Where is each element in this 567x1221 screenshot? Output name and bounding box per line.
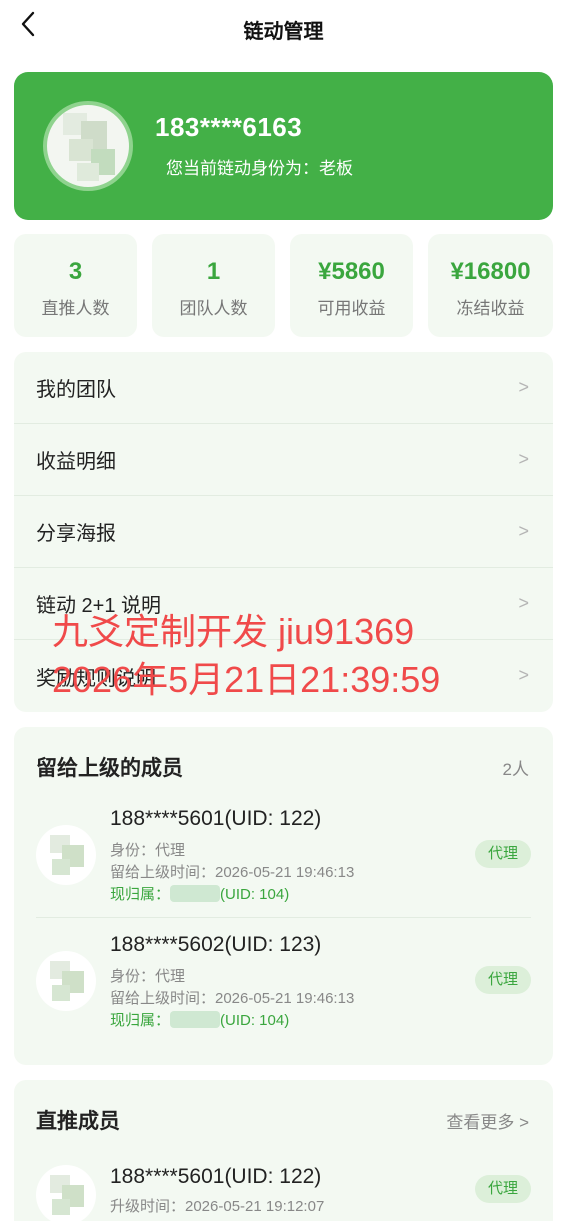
stat-value: ¥16800 [450,258,531,285]
member-owner: 现归属： (UID: 104) [110,1009,289,1030]
menu-item-label: 我的团队 [36,379,116,401]
status-badge: 代理 [475,1175,531,1203]
chevron-right-icon: > [518,521,529,541]
chevron-right-icon: > [518,377,529,397]
section-title: 留给上级的成员 [36,757,183,780]
stat-team-count[interactable]: 1 团队人数 [152,234,275,337]
member-upgrade-time: 升级时间：2026-05-21 19:12:07 [110,1198,325,1215]
user-identity: 您当前链动身份为：老板 [166,159,353,178]
stat-label: 团队人数 [179,299,248,318]
stat-value: 3 [68,258,83,285]
avatar [36,1165,96,1221]
member-count: 2人 [502,760,529,779]
menu-item-chain-explanation[interactable]: 链动 2+1 说明 > [14,568,553,640]
avatar [36,951,96,1011]
stats-row: 3 直推人数 1 团队人数 ¥5860 可用收益 ¥16800 冻结收益 [14,234,553,337]
chevron-right-icon: > [518,449,529,469]
owner-blurred-name [170,885,221,902]
owner-prefix: 现归属： [110,886,171,903]
list-item[interactable]: 188****5601(UID: 122) 身份：代理 留给上级时间：2026-… [36,807,531,907]
list-item[interactable]: 188****5602(UID: 123) 身份：代理 留给上级时间：2026-… [36,933,531,1033]
stat-available-earnings[interactable]: ¥5860 可用收益 [290,234,413,337]
back-button[interactable] [14,10,42,38]
owner-prefix: 现归属： [110,1012,171,1029]
direct-members-card: 直推成员 查看更多 > 188****5601(UID: 122) 升级时间：2… [14,1080,553,1221]
menu-item-label: 奖励规则说明 [36,667,156,690]
status-badge: 代理 [475,840,531,868]
stat-direct-count[interactable]: 3 直推人数 [14,234,137,337]
stat-label: 直推人数 [41,299,110,318]
chevron-left-icon [21,11,35,37]
avatar [36,825,96,885]
avatar[interactable] [43,101,133,191]
status-badge: 代理 [475,966,531,994]
member-name: 188****5601(UID: 122) [110,807,322,830]
menu-item-label: 链动 2+1 说明 [36,595,162,617]
member-owner: 现归属： (UID: 104) [110,883,289,904]
view-more-link[interactable]: 查看更多 > [446,1108,529,1133]
profile-card: 183****6163 您当前链动身份为：老板 [14,72,553,220]
chevron-right-icon: > [518,665,529,685]
divider [36,917,531,918]
member-left-time: 留给上级时间：2026-05-21 19:46:13 [110,864,355,881]
member-role: 身份：代理 [110,968,186,985]
stat-label: 冻结收益 [456,299,525,318]
user-phone: 183****6163 [155,112,303,142]
stat-frozen-earnings[interactable]: ¥16800 冻结收益 [428,234,553,337]
member-name: 188****5602(UID: 123) [110,933,322,956]
member-left-time: 留给上级时间：2026-05-21 19:46:13 [110,990,355,1007]
owner-uid: (UID: 104) [220,886,290,903]
menu-item-my-team[interactable]: 我的团队 > [14,352,553,424]
menu-item-label: 收益明细 [36,451,116,473]
member-name: 188****5601(UID: 122) [110,1165,322,1188]
nav-bar: 链动管理 [0,0,567,62]
stat-value: ¥5860 [318,258,385,285]
menu-item-share-poster[interactable]: 分享海报 > [14,496,553,568]
page-title: 链动管理 [243,20,324,43]
menu-item-earnings-detail[interactable]: 收益明细 > [14,424,553,496]
stat-value: 1 [206,258,221,285]
chevron-right-icon: > [518,593,529,613]
left-members-card: 留给上级的成员 2人 188****5601(UID: 122) 身份：代理 留… [14,727,553,1065]
section-title: 直推成员 [36,1110,120,1133]
menu-list: 我的团队 > 收益明细 > 分享海报 > 链动 2+1 说明 > 奖励规则说明 … [14,352,553,712]
owner-blurred-name [170,1011,221,1028]
stat-label: 可用收益 [317,299,386,318]
menu-item-label: 分享海报 [36,523,116,545]
menu-item-reward-rules[interactable]: 奖励规则说明 > [14,640,553,712]
list-item[interactable]: 188****5601(UID: 122) 升级时间：2026-05-21 19… [36,1165,531,1221]
owner-uid: (UID: 104) [220,1012,290,1029]
member-role: 身份：代理 [110,842,186,859]
